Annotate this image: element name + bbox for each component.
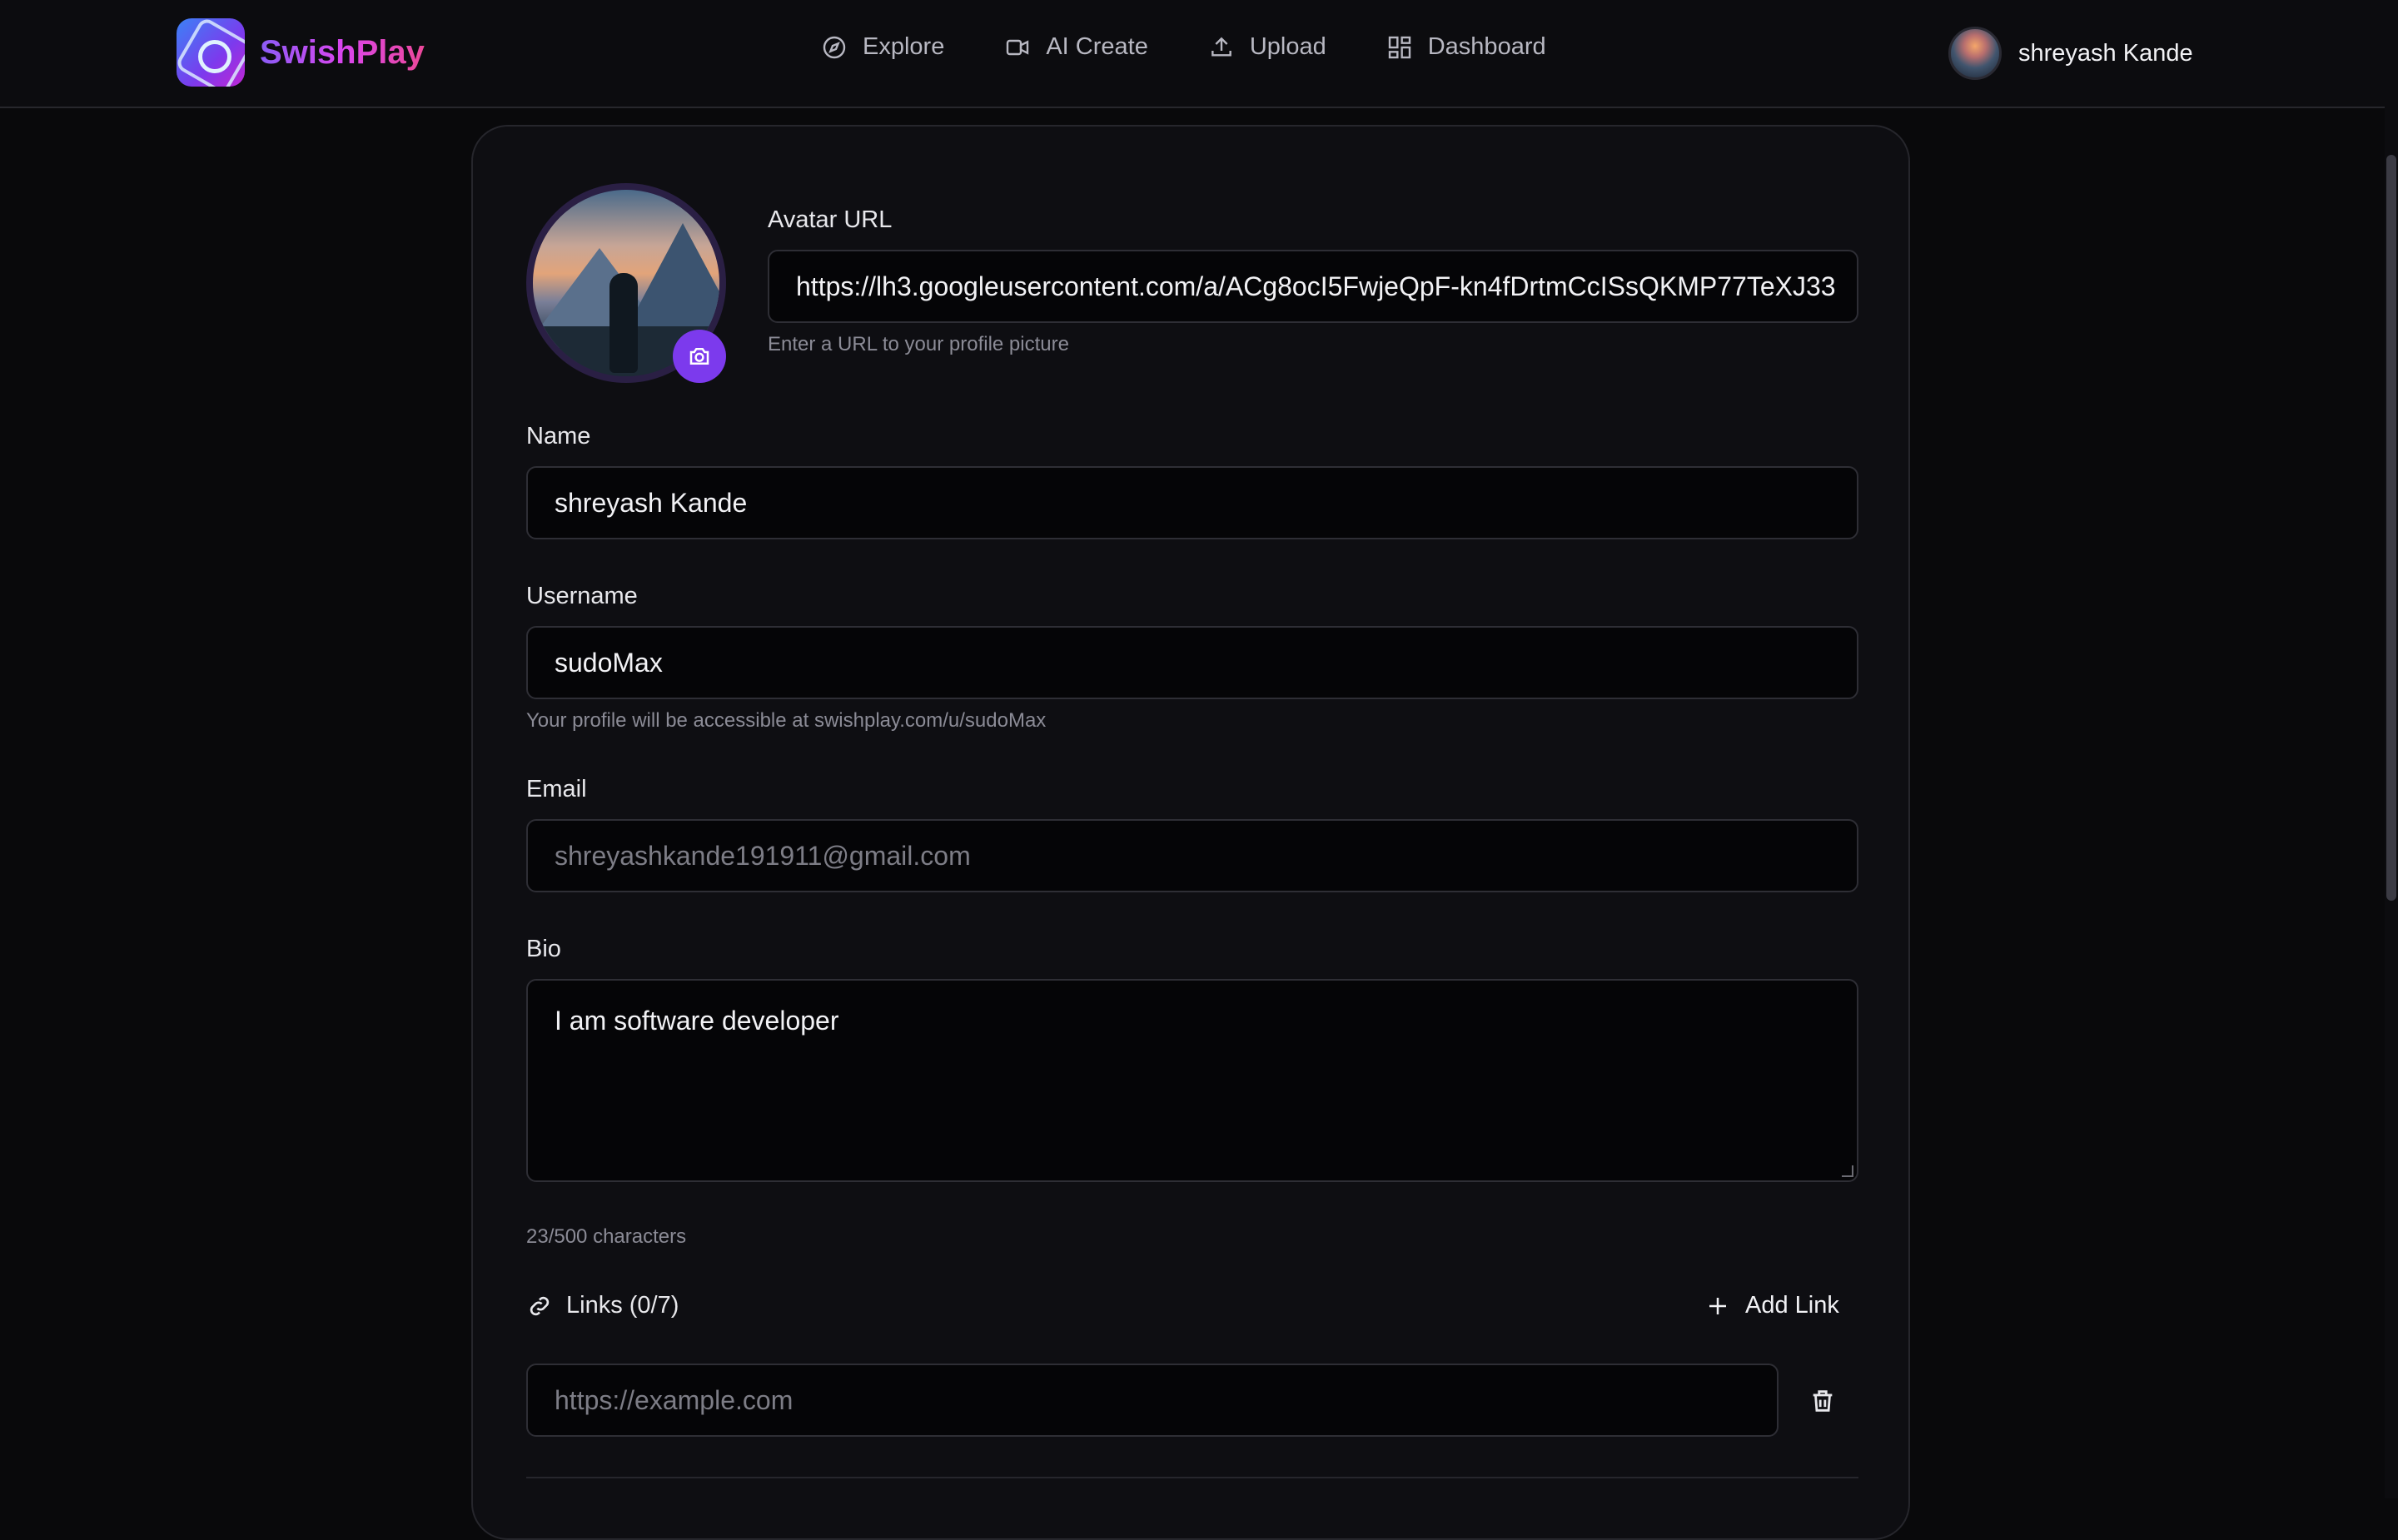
email-field[interactable]: shreyashkande191911@gmail.com	[526, 819, 1858, 892]
name-label: Name	[526, 423, 591, 450]
avatar-preview	[526, 183, 726, 383]
nav-explore-label: Explore	[863, 33, 945, 60]
bio-label: Bio	[526, 936, 561, 962]
upload-icon	[1211, 37, 1231, 57]
bio-text: I am software developer	[555, 1006, 839, 1036]
nav-explore[interactable]: Explore	[821, 33, 944, 61]
avatar-url-input[interactable]: https://lh3.googleusercontent.com/a/ACg8…	[768, 250, 1858, 323]
avatar	[1948, 27, 2002, 80]
link-icon	[530, 1296, 550, 1315]
top-navbar: SwishPlay Explore AI Create Upload Dashb…	[0, 0, 2385, 108]
scrollbar[interactable]	[2385, 0, 2398, 1498]
username-input[interactable]: sudoMax	[526, 626, 1858, 699]
brand[interactable]: SwishPlay	[177, 18, 425, 87]
user-menu[interactable]: shreyash Kande	[1948, 27, 2193, 80]
nav-dashboard[interactable]: Dashboard	[1386, 33, 1546, 61]
nav-upload[interactable]: Upload	[1208, 33, 1326, 61]
username-label: Username	[526, 583, 638, 609]
change-avatar-button[interactable]	[673, 330, 726, 383]
avatar-url-label: Avatar URL	[768, 206, 893, 233]
name-input[interactable]: shreyash Kande	[526, 466, 1858, 539]
camera-icon	[689, 348, 709, 365]
username-hint: Your profile will be accessible at swish…	[526, 709, 1047, 732]
add-link-label: Add Link	[1745, 1292, 1839, 1319]
links-title: Links (0/7)	[566, 1292, 679, 1319]
trash-icon[interactable]	[1808, 1387, 1837, 1415]
swishplay-logo-icon	[177, 18, 245, 87]
user-name: shreyash Kande	[2018, 39, 2193, 67]
plus-icon	[1709, 1297, 1726, 1314]
link-url-input[interactable]: https://example.com	[526, 1364, 1779, 1437]
nav-upload-label: Upload	[1249, 33, 1326, 60]
bio-textarea[interactable]: I am software developer	[526, 979, 1858, 1182]
resize-handle[interactable]	[1842, 1165, 1853, 1177]
brand-name: SwishPlay	[260, 33, 425, 71]
grid-icon	[1388, 36, 1410, 58]
divider	[526, 1477, 1858, 1478]
bio-char-counter: 23/500 characters	[526, 1225, 687, 1248]
compass-icon	[823, 36, 846, 58]
profile-edit-card: Avatar URL https://lh3.googleusercontent…	[471, 125, 1910, 1540]
add-link-button[interactable]: Add Link	[1705, 1292, 1839, 1319]
email-label: Email	[526, 776, 587, 802]
nav-dashboard-label: Dashboard	[1427, 33, 1546, 60]
video-icon	[1007, 39, 1029, 55]
nav-ai-create[interactable]: AI Create	[1004, 33, 1148, 61]
links-header: Links (0/7)	[526, 1292, 679, 1319]
main-nav: Explore AI Create Upload Dashboard	[821, 33, 1606, 61]
nav-ai-create-label: AI Create	[1046, 33, 1148, 60]
scrollbar-thumb[interactable]	[2386, 155, 2396, 901]
avatar-url-hint: Enter a URL to your profile picture	[768, 333, 1069, 355]
